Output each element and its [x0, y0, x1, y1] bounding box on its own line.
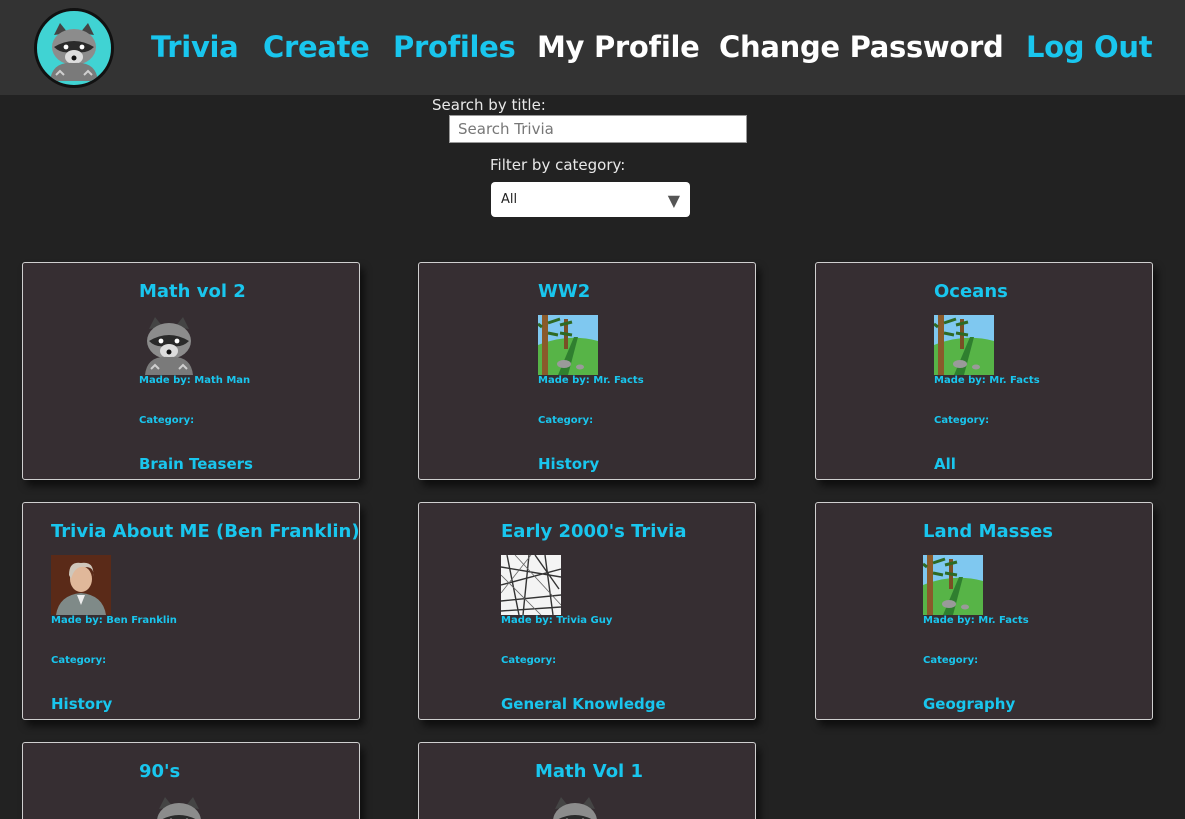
- category-select-value: All: [501, 192, 518, 207]
- card-author: Made by: Trivia Guy: [501, 615, 613, 626]
- raccoon-image: [139, 315, 199, 375]
- card-category: All: [934, 455, 956, 473]
- card-category-label: Category:: [501, 655, 557, 666]
- card-category-label: Category:: [538, 415, 594, 426]
- landscape-image: [934, 315, 994, 375]
- card-category: History: [538, 455, 600, 473]
- search-label: Search by title:: [432, 96, 546, 114]
- card-category: History: [51, 695, 113, 713]
- filter-label: Filter by category:: [490, 156, 626, 174]
- card-title: Land Masses: [923, 521, 1053, 542]
- portrait-image: [51, 555, 111, 615]
- card-author: Made by: Mr. Facts: [538, 375, 644, 386]
- card-title: Math Vol 1: [535, 761, 644, 782]
- category-select[interactable]: All ▼: [491, 182, 690, 217]
- search-input[interactable]: [449, 115, 747, 143]
- raccoon-logo-icon[interactable]: [34, 8, 114, 88]
- nav-change-password[interactable]: Change Password: [719, 30, 1004, 64]
- trivia-card[interactable]: Early 2000's Trivia Made by: Trivia Guy …: [418, 502, 756, 720]
- trivia-card[interactable]: 90's: [22, 742, 360, 819]
- card-title: 90's: [139, 761, 181, 782]
- nav-log-out[interactable]: Log Out: [1026, 30, 1153, 64]
- card-category: General Knowledge: [501, 695, 666, 713]
- trivia-card[interactable]: Oceans Made by: Mr. Facts Category: All: [815, 262, 1153, 480]
- nav-trivia[interactable]: Trivia: [151, 30, 239, 64]
- card-title: Trivia About ME (Ben Franklin): [51, 521, 360, 542]
- landscape-image: [538, 315, 598, 375]
- card-title: Early 2000's Trivia: [501, 521, 687, 542]
- nav-create[interactable]: Create: [263, 30, 370, 64]
- trivia-card[interactable]: Trivia About ME (Ben Franklin) Made by: …: [22, 502, 360, 720]
- chevron-down-icon: ▼: [667, 191, 680, 210]
- raccoon-image: [545, 795, 605, 819]
- card-author: Made by: Ben Franklin: [51, 615, 177, 626]
- card-category-label: Category:: [934, 415, 990, 426]
- nav-profiles[interactable]: Profiles: [393, 30, 516, 64]
- card-title: WW2: [538, 281, 591, 302]
- navbar: Trivia Create Profiles My Profile Change…: [0, 0, 1185, 95]
- street-map-image: [501, 555, 561, 615]
- card-category: Brain Teasers: [139, 455, 253, 473]
- card-author: Made by: Mr. Facts: [934, 375, 1040, 386]
- nav-my-profile[interactable]: My Profile: [537, 30, 700, 64]
- card-author: Made by: Math Man: [139, 375, 251, 386]
- card-category-label: Category:: [139, 415, 195, 426]
- raccoon-image: [149, 795, 209, 819]
- trivia-card[interactable]: Math vol 2 Made by: Math Man Category: B…: [22, 262, 360, 480]
- card-title: Math vol 2: [139, 281, 246, 302]
- trivia-card[interactable]: Land Masses Made by: Mr. Facts Category:…: [815, 502, 1153, 720]
- card-category-label: Category:: [51, 655, 107, 666]
- card-author: Made by: Mr. Facts: [923, 615, 1029, 626]
- landscape-image: [923, 555, 983, 615]
- card-title: Oceans: [934, 281, 1008, 302]
- card-category: Geography: [923, 695, 1016, 713]
- trivia-card[interactable]: Math Vol 1: [418, 742, 756, 819]
- card-category-label: Category:: [923, 655, 979, 666]
- trivia-card[interactable]: WW2 Made by: Mr. Facts Category: History: [418, 262, 756, 480]
